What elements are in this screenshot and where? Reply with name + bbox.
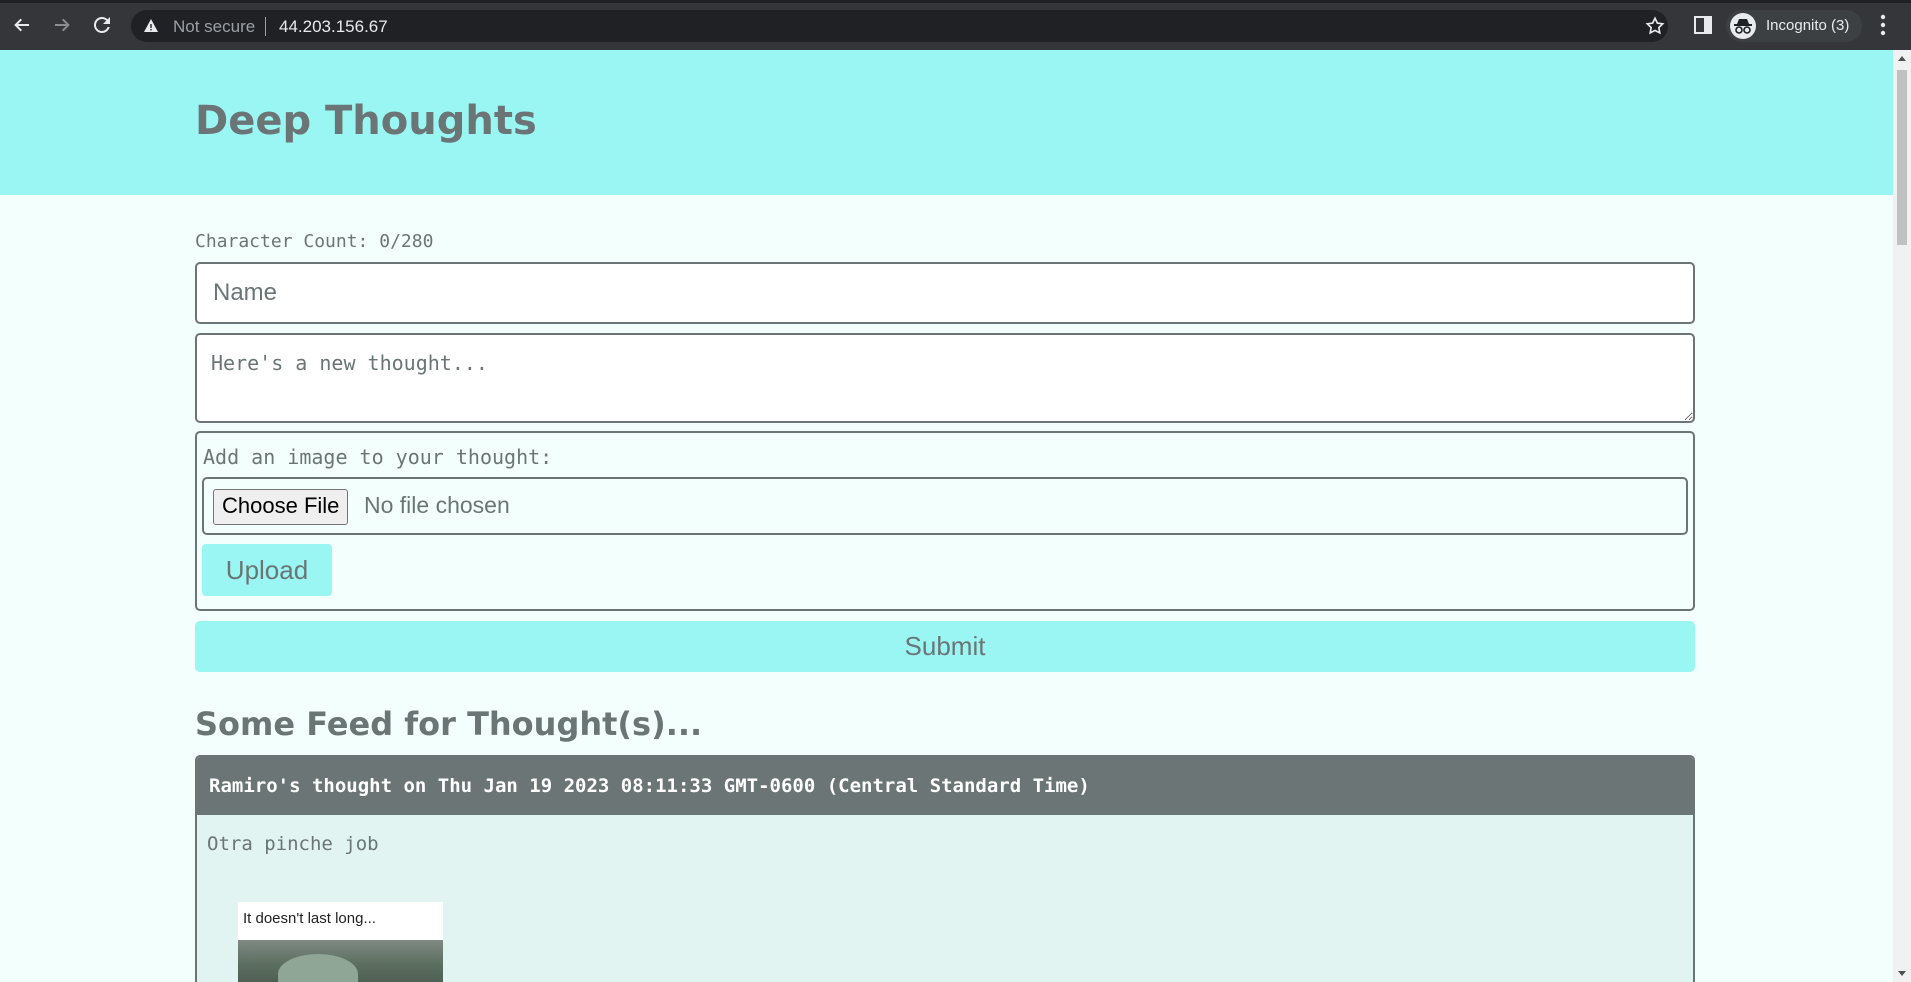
thought-textarea[interactable] [195, 333, 1695, 423]
file-status: No file chosen [364, 492, 510, 518]
forward-icon[interactable] [49, 12, 75, 38]
name-input[interactable] [195, 262, 1695, 324]
profile-label: Incognito (3) [1766, 17, 1850, 34]
incognito-icon [1730, 13, 1756, 39]
scroll-down-icon[interactable] [1898, 971, 1906, 976]
photo-subject [278, 954, 358, 982]
reload-icon[interactable] [89, 12, 115, 38]
choose-file-button[interactable]: Choose File [213, 489, 349, 525]
star-icon[interactable] [1644, 15, 1666, 41]
thought-image-caption: It doesn't last long... [243, 910, 376, 927]
divider [265, 17, 266, 36]
site-header: Deep Thoughts [0, 50, 1893, 195]
warning-icon[interactable] [143, 18, 159, 38]
profile-chip[interactable]: Incognito (3) [1726, 10, 1862, 42]
side-panel-icon[interactable] [1693, 15, 1713, 39]
feed-title: Some Feed for Thought(s)... [195, 705, 703, 743]
thought-text: Otra pinche job [207, 833, 379, 855]
image-upload-form: Add an image to your thought: Choose Fil… [195, 431, 1695, 611]
upload-button[interactable]: Upload [202, 544, 332, 596]
submit-button[interactable]: Submit [195, 621, 1695, 672]
vertical-scrollbar[interactable] [1893, 50, 1911, 982]
back-icon[interactable] [9, 12, 35, 38]
url-text[interactable]: 44.203.156.67 [279, 17, 388, 37]
character-count: Character Count: 0/280 [195, 231, 434, 252]
tab-strip [0, 0, 1911, 3]
page-viewport: Deep Thoughts Character Count: 0/280 Add… [0, 50, 1893, 982]
thought-image: It doesn't last long... [238, 902, 443, 982]
image-upload-label: Add an image to your thought: [203, 445, 553, 469]
address-bar[interactable]: Not secure 44.203.156.67 [131, 10, 1668, 42]
scrollbar-thumb[interactable] [1897, 70, 1907, 245]
browser-toolbar: Not secure 44.203.156.67 Incognito (3) [0, 0, 1911, 51]
file-input[interactable]: Choose File No file chosen [202, 477, 1688, 535]
thought-card: Ramiro's thought on Thu Jan 19 2023 08:1… [195, 755, 1695, 982]
scroll-up-icon[interactable] [1898, 56, 1906, 61]
thought-image-photo [238, 940, 443, 982]
page-title: Deep Thoughts [195, 98, 537, 144]
thought-header[interactable]: Ramiro's thought on Thu Jan 19 2023 08:1… [197, 757, 1693, 815]
kebab-menu-icon[interactable] [1880, 14, 1886, 40]
security-label[interactable]: Not secure [173, 17, 255, 37]
